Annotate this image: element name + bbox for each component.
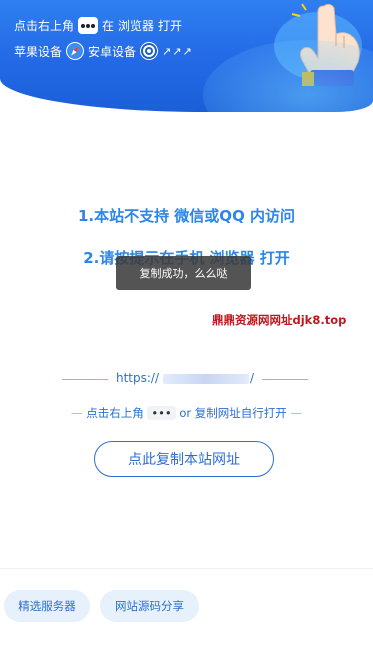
hint-dash-left: — xyxy=(71,406,83,420)
warning-no-wechat-qq: 1.本站不支持 微信或QQ 内访问 xyxy=(77,207,296,225)
open-hint: — 点击右上角 ••• or 复制网址自行打开 — xyxy=(0,405,373,421)
hint-or: or xyxy=(179,406,192,420)
url-suffix: / xyxy=(250,371,255,385)
bottom-divider xyxy=(0,568,373,569)
source-code-share-button[interactable]: 网站源码分享 xyxy=(100,590,199,622)
arrows-indicator: ↗↗↗ xyxy=(162,44,193,58)
more-dots-inline-icon: ••• xyxy=(147,406,176,420)
android-device-label: 安卓设备 xyxy=(88,44,137,59)
featured-servers-button[interactable]: 精选服务器 xyxy=(4,590,90,622)
watermark-text: 鼎鼎资源网网址djk8.top xyxy=(212,313,347,327)
hint-dash-right: — xyxy=(290,406,302,420)
url-redacted xyxy=(163,374,249,384)
banner-instruction-line: 点击右上角 在 浏览器 打开 xyxy=(14,17,182,34)
banner-prefix: 点击右上角 xyxy=(14,19,75,33)
banner-device-line: 苹果设备 安卓设备 ↗↗↗ xyxy=(14,42,193,60)
divider-left xyxy=(62,379,108,380)
safari-compass-icon xyxy=(66,42,85,60)
android-browser-icon xyxy=(140,42,159,60)
banner-browser: 浏览器 xyxy=(118,19,155,33)
hint-prefix: 点击右上角 xyxy=(86,406,144,420)
url-prefix: https:// xyxy=(116,371,160,385)
page: 点击右上角 在 浏览器 打开 苹果设备 安卓设备 ↗↗↗ 1.本站不支持 微信或… xyxy=(0,0,373,647)
banner-after-dots: 在 xyxy=(102,19,115,33)
hint-suffix: 复制网址自行打开 xyxy=(194,406,287,420)
banner-open: 打开 xyxy=(158,19,183,33)
pointing-hand-illustration xyxy=(274,3,362,86)
copy-success-toast: 复制成功，么么哒 xyxy=(116,256,251,290)
copy-site-url-button[interactable]: 点此复制本站网址 xyxy=(94,441,274,477)
more-dots-icon xyxy=(78,17,99,34)
url-row: https:// / xyxy=(62,371,308,387)
divider-right xyxy=(262,379,308,380)
header-banner: 点击右上角 在 浏览器 打开 苹果设备 安卓设备 ↗↗↗ xyxy=(0,0,373,112)
apple-device-label: 苹果设备 xyxy=(14,44,63,59)
